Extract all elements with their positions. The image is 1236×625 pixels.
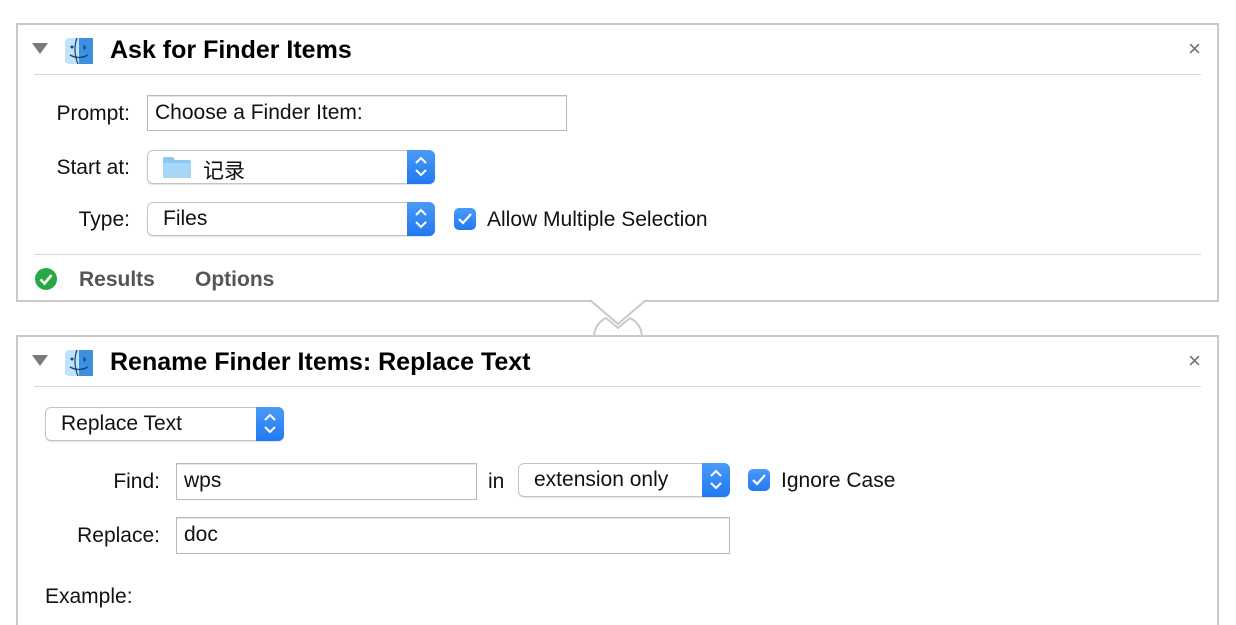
prompt-field[interactable]: Choose a Finder Item: bbox=[147, 95, 567, 131]
folder-icon bbox=[163, 157, 191, 178]
find-field[interactable]: wps bbox=[176, 463, 477, 500]
finder-icon bbox=[65, 349, 93, 377]
type-label: Type: bbox=[78, 208, 130, 231]
disclosure-triangle-icon[interactable] bbox=[32, 355, 48, 366]
options-tab[interactable]: Options bbox=[195, 268, 274, 292]
allow-multiple-checkbox[interactable] bbox=[454, 208, 476, 230]
checkmark-icon bbox=[458, 213, 472, 225]
action-connector bbox=[590, 299, 647, 338]
action-rename-finder-items: Rename Finder Items: Replace Text × Repl… bbox=[16, 335, 1219, 625]
success-check-icon bbox=[35, 268, 57, 290]
header-divider bbox=[34, 386, 1201, 387]
results-tab[interactable]: Results bbox=[79, 268, 155, 292]
example-label: Example: bbox=[45, 585, 133, 608]
close-icon[interactable]: × bbox=[1188, 349, 1201, 373]
start-at-label: Start at: bbox=[56, 156, 130, 179]
start-at-value: 记录 bbox=[203, 160, 245, 183]
close-icon[interactable]: × bbox=[1188, 37, 1201, 61]
ignore-case-checkbox[interactable] bbox=[748, 469, 770, 491]
popup-stepper-icon bbox=[407, 150, 435, 184]
prompt-label: Prompt: bbox=[56, 102, 130, 125]
mode-popup[interactable]: Replace Text bbox=[45, 407, 284, 441]
in-label: in bbox=[488, 470, 505, 493]
find-label: Find: bbox=[113, 470, 160, 493]
finder-icon bbox=[65, 37, 93, 65]
disclosure-triangle-icon[interactable] bbox=[32, 43, 48, 54]
header-divider bbox=[34, 74, 1201, 75]
popup-stepper-icon bbox=[407, 202, 435, 236]
action-header: Rename Finder Items: Replace Text × bbox=[18, 337, 1217, 387]
replace-label: Replace: bbox=[77, 524, 160, 547]
action-title: Ask for Finder Items bbox=[110, 36, 352, 64]
checkmark-icon bbox=[752, 474, 766, 486]
popup-stepper-icon bbox=[256, 407, 284, 441]
popup-stepper-icon bbox=[702, 463, 730, 497]
allow-multiple-label[interactable]: Allow Multiple Selection bbox=[487, 208, 708, 232]
scope-popup[interactable]: extension only bbox=[518, 463, 730, 497]
type-value: Files bbox=[163, 207, 208, 230]
type-popup[interactable]: Files bbox=[147, 202, 435, 236]
action-ask-for-finder-items: Ask for Finder Items × Prompt: Choose a … bbox=[16, 23, 1219, 302]
ignore-case-label[interactable]: Ignore Case bbox=[781, 469, 895, 493]
start-at-popup[interactable]: 记录 bbox=[147, 150, 435, 184]
scope-value: extension only bbox=[534, 468, 669, 491]
replace-field[interactable]: doc bbox=[176, 517, 730, 554]
footer-divider bbox=[34, 254, 1201, 255]
mode-value: Replace Text bbox=[61, 412, 183, 435]
action-title: Rename Finder Items: Replace Text bbox=[110, 348, 531, 376]
action-header: Ask for Finder Items × bbox=[18, 25, 1217, 75]
